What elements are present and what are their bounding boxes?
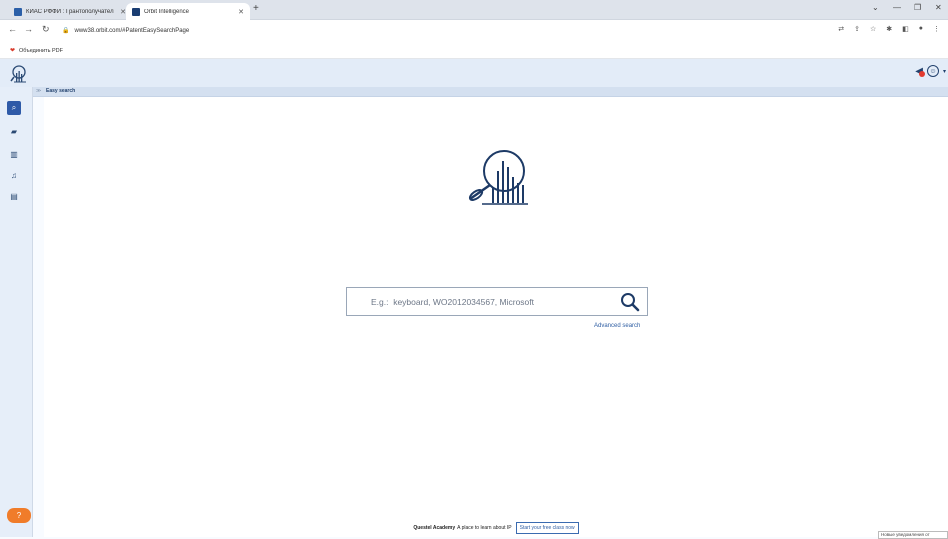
orbit-icon — [132, 7, 140, 16]
patent-analytics-illustration-icon — [468, 150, 528, 205]
search-icon[interactable] — [619, 291, 641, 313]
notification-badge — [918, 70, 925, 77]
help-button[interactable]: ? — [7, 508, 31, 523]
academy-tagline: A place to learn about IP — [457, 525, 512, 531]
new-tab-button[interactable]: + — [253, 3, 259, 14]
pdf-bookmark-icon: ❤ — [10, 48, 16, 54]
tab-title: Orbit Intelligence — [144, 8, 190, 15]
start-free-class-button[interactable]: Start your free class now — [515, 522, 579, 534]
translate-icon[interactable]: ⇄ — [838, 25, 844, 33]
minimize-icon[interactable]: — — [893, 3, 901, 12]
app-header: ◀ ☺ ▾ — [0, 59, 948, 87]
chevron-down-icon[interactable]: ▾ — [943, 68, 946, 75]
sidebar-search-icon[interactable]: ⌕ — [7, 101, 21, 115]
forward-icon[interactable]: → — [24, 24, 33, 34]
sidepanel-icon[interactable]: ◧ — [902, 25, 909, 33]
tab-search-icon[interactable]: ⌄ — [872, 3, 879, 12]
address-bar: ← → ↻ 🔒 www38.orbit.com/#PatentEasySearc… — [0, 20, 948, 43]
lock-icon: 🔒 — [62, 28, 70, 34]
back-icon[interactable]: ← — [8, 24, 17, 34]
notification-toast[interactable]: Новые уведомления от — [878, 531, 948, 539]
search-input[interactable] — [347, 288, 619, 315]
sidebar-analytics-icon[interactable]: ▥ — [7, 147, 21, 161]
header-actions: ◀ ☺ ▾ — [915, 65, 946, 77]
share-icon[interactable]: ⇪ — [854, 25, 860, 33]
left-sidebar: ⌕ ▰ ▥ ♫ ▤ ? — [0, 87, 33, 537]
collapse-icon[interactable]: ≫ — [36, 88, 41, 94]
kias-icon — [14, 7, 22, 16]
menu-icon[interactable]: ⋮ — [933, 25, 940, 33]
close-icon[interactable]: ✕ — [238, 8, 244, 16]
help-icon: ? — [16, 511, 22, 520]
reload-icon[interactable]: ↻ — [42, 24, 50, 35]
bookmarks-bar: ❤ Объединить PDF — [0, 43, 948, 59]
url-field[interactable]: 🔒 www38.orbit.com/#PatentEasySearchPage — [62, 23, 822, 38]
sidebar-alert-icon[interactable]: ♫ — [7, 168, 21, 182]
academy-brand: Questel Academy — [413, 525, 456, 531]
easy-search-page: Advanced search Questel Academy A place … — [44, 97, 948, 537]
restore-icon[interactable]: ❐ — [914, 3, 921, 12]
bookmark-merge-pdf[interactable]: Объединить PDF — [19, 48, 63, 54]
sidebar-document-icon[interactable]: ▤ — [7, 189, 21, 203]
sidebar-folder-icon[interactable]: ▰ — [7, 124, 21, 138]
orbit-logo-icon[interactable] — [9, 64, 29, 84]
browser-toolbar-icons: ⇄ ⇪ ☆ ✱ ◧ ● ⋮ — [838, 25, 940, 33]
user-account-icon[interactable]: ☺ — [926, 65, 939, 77]
browser-tab-orbit[interactable]: Orbit Intelligence ✕ — [126, 3, 250, 20]
star-icon[interactable]: ☆ — [870, 25, 876, 33]
profile-icon[interactable]: ● — [919, 25, 923, 33]
browser-tab-kias[interactable]: КИАС РФФИ : Грантополучател ✕ — [8, 3, 132, 20]
advanced-search-link[interactable]: Advanced search — [594, 323, 640, 329]
tab-easy-search[interactable]: Easy search — [46, 88, 75, 94]
tab-title: КИАС РФФИ : Грантополучател — [26, 8, 114, 15]
academy-banner: Questel Academy A place to learn about I… — [44, 521, 948, 535]
url-text: www38.orbit.com/#PatentEasySearchPage — [74, 27, 190, 34]
window-close-icon[interactable]: ✕ — [935, 3, 942, 12]
notifications-icon[interactable]: ◀ — [915, 66, 925, 77]
browser-tab-bar: КИАС РФФИ : Грантополучател ✕ Orbit Inte… — [0, 0, 948, 20]
extensions-icon[interactable]: ✱ — [886, 25, 892, 33]
section-tab-strip: ≫ Easy search — [33, 87, 948, 97]
search-box — [346, 287, 648, 316]
